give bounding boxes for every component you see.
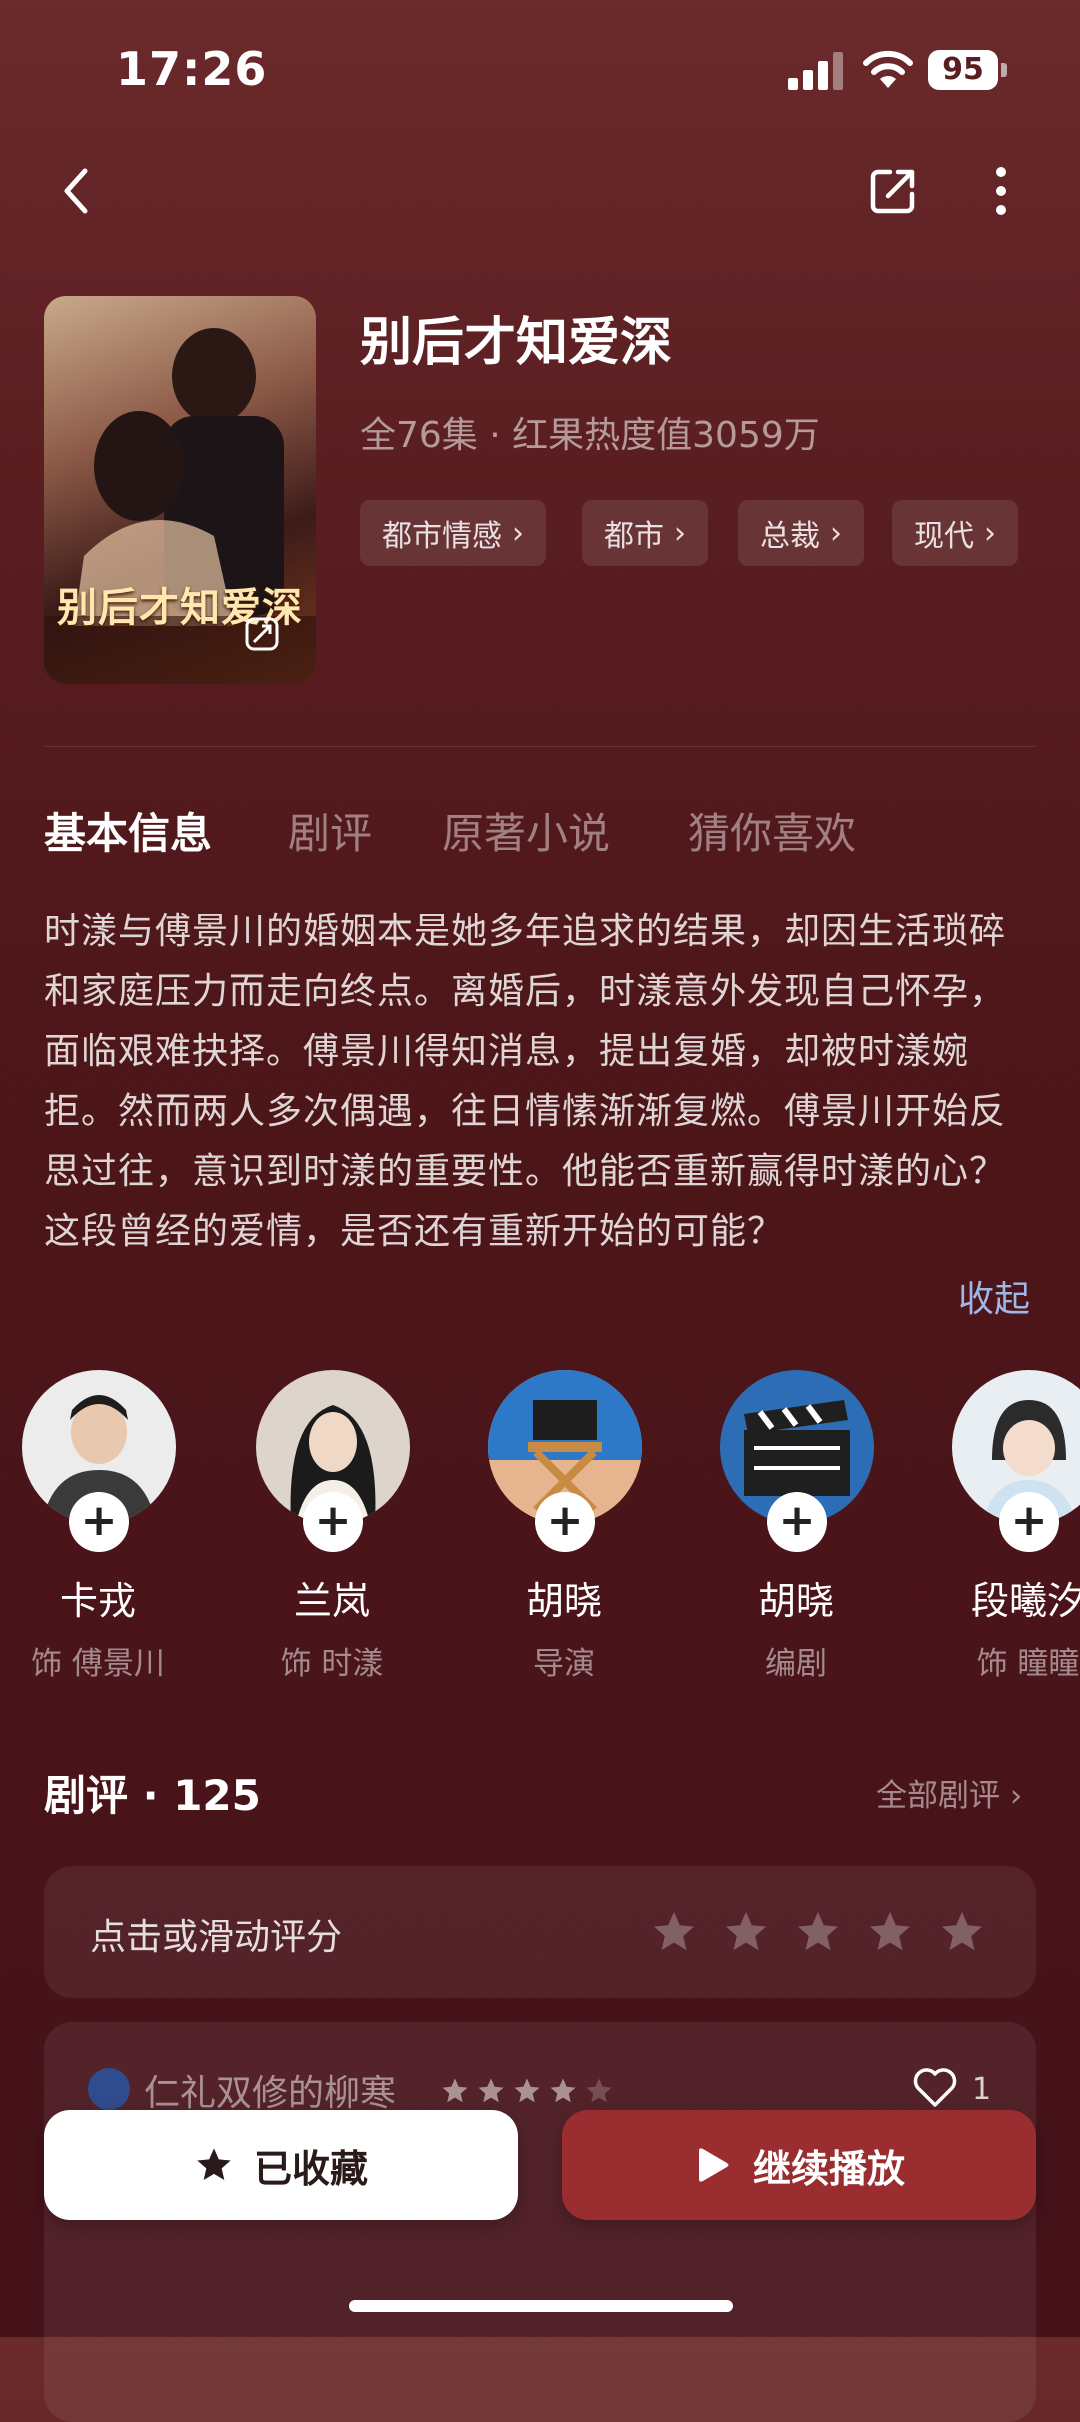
- tag-urban-romance[interactable]: 都市情感 ›: [360, 500, 546, 566]
- star-icon[interactable]: [938, 1908, 986, 1956]
- reviews-heading: 剧评 · 125: [44, 1771, 261, 1820]
- share-icon: [870, 169, 915, 214]
- tag-label: 都市: [604, 519, 664, 554]
- cast-role: 饰 时漾: [280, 1646, 384, 1682]
- play-label: 继续播放: [752, 2146, 905, 2191]
- cast-role: 导演: [533, 1646, 595, 1682]
- reviewer-avatar: [88, 2068, 130, 2110]
- tag-label: 现代: [914, 519, 974, 554]
- poster-badge-icon: [245, 617, 279, 651]
- star-filled-icon: [197, 2148, 231, 2180]
- tag-urban[interactable]: 都市 ›: [582, 500, 708, 566]
- follow-plus-icon[interactable]: +: [69, 1492, 129, 1552]
- chevron-left-icon: [64, 168, 88, 214]
- tag-modern[interactable]: 现代 ›: [892, 500, 1018, 566]
- share-button[interactable]: [858, 156, 928, 226]
- cast-name: 胡晓: [757, 1579, 834, 1623]
- chevron-right-icon: ›: [984, 515, 996, 551]
- follow-plus-icon[interactable]: +: [767, 1492, 827, 1552]
- cast-name: 胡晓: [525, 1579, 602, 1623]
- more-vertical-icon: [996, 167, 1006, 215]
- divider: [44, 746, 1036, 747]
- reviewer-name: 仁礼双修的柳寒: [144, 2073, 397, 2114]
- tab-basic-info[interactable]: 基本信息: [44, 800, 212, 861]
- more-button[interactable]: [966, 156, 1036, 226]
- wifi-icon: [863, 50, 913, 88]
- collapse-link[interactable]: 收起: [958, 1270, 1030, 1322]
- like-count: 1: [972, 2072, 992, 2107]
- cast-name: 卡戎: [59, 1579, 136, 1623]
- cast-role: 饰 瞳瞳: [976, 1646, 1080, 1682]
- cast-name: 段曦汐: [970, 1579, 1080, 1623]
- tab-original-novel[interactable]: 原著小说: [442, 800, 610, 861]
- star-filled-icon: [550, 2078, 576, 2103]
- home-indicator[interactable]: [349, 2300, 733, 2312]
- all-reviews-link[interactable]: 全部剧评 ›: [876, 1770, 1022, 1815]
- chevron-right-icon: ›: [674, 515, 686, 551]
- tab-reviews[interactable]: 剧评: [288, 800, 372, 861]
- back-button[interactable]: [42, 156, 112, 226]
- tag-label: 总裁: [760, 519, 820, 554]
- battery-level: 95: [928, 50, 998, 90]
- tag-label: 都市情感: [382, 519, 502, 554]
- star-icon[interactable]: [866, 1908, 914, 1956]
- cellular-signal-icon: [788, 52, 843, 90]
- follow-plus-icon[interactable]: +: [999, 1492, 1059, 1552]
- heart-icon[interactable]: [912, 2068, 958, 2108]
- show-meta: 全76集 · 红果热度值3059万: [360, 415, 820, 456]
- rating-prompt: 点击或滑动评分: [90, 1917, 343, 1958]
- chevron-right-icon: ›: [512, 515, 524, 551]
- star-filled-icon: [514, 2078, 540, 2103]
- star-empty-icon: [586, 2078, 612, 2103]
- star-filled-icon: [478, 2078, 504, 2103]
- chevron-right-icon: ›: [830, 515, 842, 551]
- follow-plus-icon[interactable]: +: [303, 1492, 363, 1552]
- star-icon[interactable]: [722, 1908, 770, 1956]
- status-time: 17:26: [116, 42, 268, 96]
- star-icon[interactable]: [794, 1908, 842, 1956]
- cast-role: 饰 傅景川: [31, 1646, 165, 1682]
- cast-name: 兰岚: [293, 1579, 370, 1623]
- continue-play-button[interactable]: 继续播放: [562, 2110, 1036, 2220]
- tab-recommended[interactable]: 猜你喜欢: [688, 800, 856, 861]
- tag-ceo[interactable]: 总裁 ›: [738, 500, 864, 566]
- cast-role: 编剧: [765, 1646, 827, 1682]
- follow-plus-icon[interactable]: +: [535, 1492, 595, 1552]
- synopsis-text: 时漾与傅景川的婚姻本是她多年追求的结果，却因生活琐碎和家庭压力而走向终点。离婚后…: [44, 911, 1007, 1252]
- favorite-label: 已收藏: [253, 2146, 368, 2191]
- play-icon: [698, 2148, 729, 2182]
- star-icon[interactable]: [650, 1908, 698, 1956]
- battery-indicator: 95: [928, 50, 1008, 90]
- show-title: 别后才知爱深: [360, 313, 673, 373]
- favorite-button[interactable]: 已收藏: [44, 2110, 518, 2220]
- star-filled-icon: [442, 2078, 468, 2103]
